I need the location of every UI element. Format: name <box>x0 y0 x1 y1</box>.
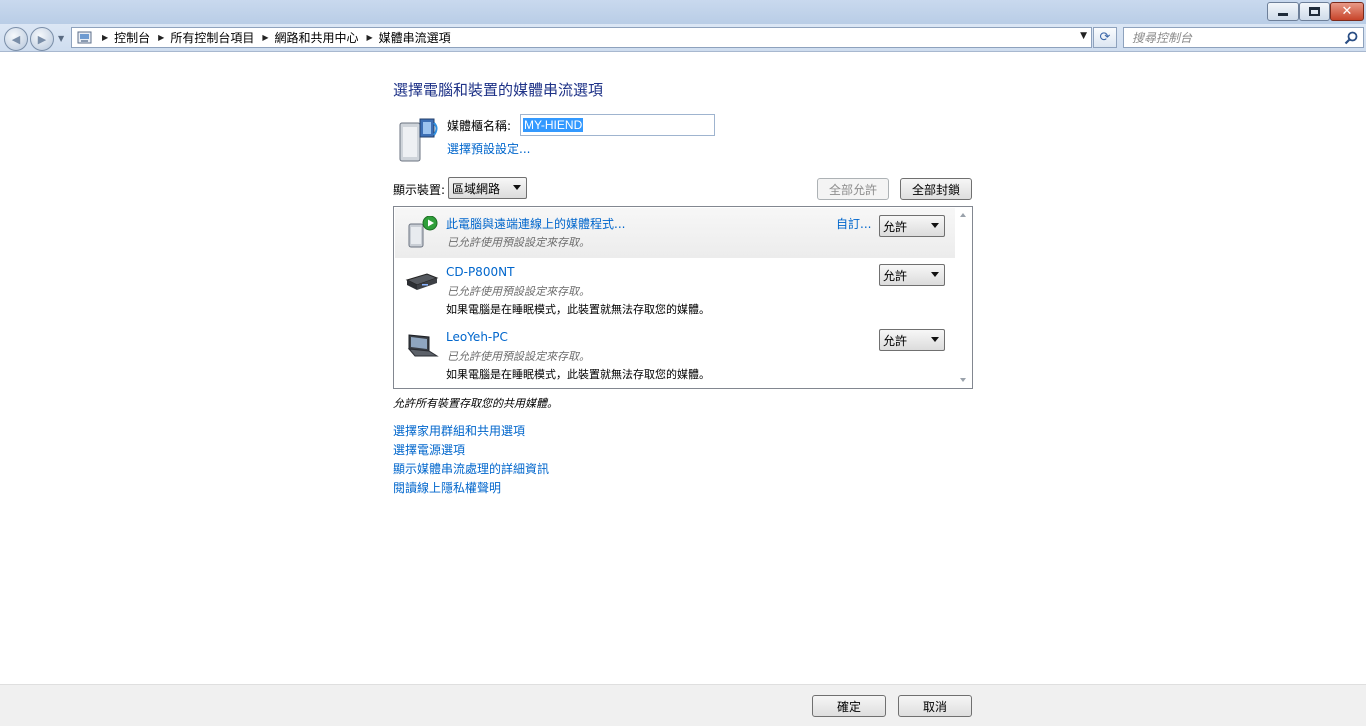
device-list[interactable]: 此電腦與遠端連線上的媒體程式... 已允許使用預設設定來存取。 自訂... 允許… <box>393 206 973 389</box>
search-icon[interactable] <box>1343 30 1359 46</box>
footer-bar: 確定 取消 <box>0 684 1366 726</box>
maximize-button[interactable] <box>1299 2 1330 21</box>
list-item[interactable]: CD-P800NT 已允許使用預設設定來存取。 如果電腦是在睡眠模式，此裝置就無… <box>395 260 955 322</box>
show-devices-label: 顯示裝置: <box>393 183 446 197</box>
page-title: 選擇電腦和裝置的媒體串流選項 <box>393 81 604 99</box>
library-name-label: 媒體櫃名稱: <box>447 119 512 133</box>
cancel-button[interactable]: 取消 <box>898 695 972 717</box>
list-item[interactable]: LeoYeh-PC 已允許使用預設設定來存取。 如果電腦是在睡眠模式，此裝置就無… <box>395 325 955 387</box>
device-access-status: 已允許使用預設設定來存取。 <box>447 285 590 298</box>
back-arrow-icon: ◀ <box>11 32 21 46</box>
laptop-icon <box>407 334 439 357</box>
device-name[interactable]: CD-P800NT <box>446 265 514 279</box>
close-button[interactable]: ✕ <box>1330 2 1364 21</box>
scroll-down-icon[interactable] <box>960 378 966 382</box>
address-dropdown-icon[interactable]: ▼ <box>1080 31 1087 41</box>
minimize-icon <box>1278 13 1288 16</box>
recent-pages-dropdown[interactable]: ▼ <box>58 34 64 43</box>
block-all-button[interactable]: 全部封鎖 <box>900 178 972 200</box>
device-name[interactable]: 此電腦與遠端連線上的媒體程式... <box>446 215 625 232</box>
chevron-down-icon <box>931 272 939 277</box>
media-player-device-icon <box>405 273 439 290</box>
device-permission-value: 允許 <box>883 333 908 348</box>
address-bar[interactable]: ▶ 控制台 ▶ 所有控制台項目 ▶ 網路和共用中心 ▶ 媒體串流選項 ▼ <box>71 27 1092 48</box>
refresh-button[interactable]: ⟳ <box>1093 27 1117 48</box>
device-sleep-note: 如果電腦是在睡眠模式，此裝置就無法存取您的媒體。 <box>446 303 710 316</box>
device-permission-value: 允許 <box>883 219 908 234</box>
breadcrumb-separator-icon[interactable]: ▶ <box>367 33 373 42</box>
ok-button[interactable]: 確定 <box>812 695 886 717</box>
choose-defaults-link[interactable]: 選擇預設設定... <box>447 140 530 157</box>
customize-link[interactable]: 自訂... <box>836 215 871 232</box>
device-name[interactable]: LeoYeh-PC <box>446 330 508 344</box>
media-library-icon <box>399 118 438 162</box>
back-button[interactable]: ◀ <box>4 27 28 51</box>
media-program-icon <box>408 216 438 248</box>
minimize-button[interactable] <box>1267 2 1299 21</box>
device-access-status: 已允許使用預設設定來存取。 <box>447 350 590 363</box>
device-access-status: 已允許使用預設設定來存取。 <box>447 236 590 249</box>
control-panel-icon <box>77 31 92 43</box>
breadcrumb-separator-icon[interactable]: ▶ <box>102 33 108 42</box>
device-permission-select[interactable]: 允許 <box>879 329 945 351</box>
forward-arrow-icon: ▶ <box>37 32 47 46</box>
show-devices-select[interactable]: 區域網路 <box>448 177 527 199</box>
breadcrumb-separator-icon[interactable]: ▶ <box>262 33 268 42</box>
title-bar: ✕ <box>0 0 1366 24</box>
chevron-down-icon <box>931 223 939 228</box>
homegroup-sharing-link[interactable]: 選擇家用群組和共用選項 <box>393 422 549 441</box>
navigation-bar: ◀ ▶ ▼ ▶ 控制台 ▶ 所有控制台項目 ▶ 網路和共用中心 ▶ 媒體串流選項… <box>0 24 1366 52</box>
streaming-details-link[interactable]: 顯示媒體串流處理的詳細資訊 <box>393 460 549 479</box>
scroll-up-icon[interactable] <box>960 213 966 217</box>
chevron-down-icon <box>513 185 521 190</box>
breadcrumb-all-items[interactable]: 所有控制台項目 <box>170 29 254 46</box>
show-devices-value: 區域網路 <box>452 181 501 196</box>
device-permission-select[interactable]: 允許 <box>879 215 945 237</box>
power-options-link[interactable]: 選擇電源選項 <box>393 441 549 460</box>
breadcrumb-media-streaming[interactable]: 媒體串流選項 <box>379 29 451 46</box>
related-links: 選擇家用群組和共用選項 選擇電源選項 顯示媒體串流處理的詳細資訊 閱讀線上隱私權… <box>393 422 549 498</box>
search-box[interactable]: 搜尋控制台 <box>1123 27 1364 48</box>
privacy-statement-link[interactable]: 閱讀線上隱私權聲明 <box>393 479 549 498</box>
library-name-input[interactable]: MY-HIEND <box>520 114 715 136</box>
refresh-icon: ⟳ <box>1099 30 1111 45</box>
device-list-scrollbar[interactable] <box>955 207 972 388</box>
search-input[interactable]: 搜尋控制台 <box>1124 29 1343 46</box>
breadcrumb-network-center[interactable]: 網路和共用中心 <box>275 29 359 46</box>
device-sleep-note: 如果電腦是在睡眠模式，此裝置就無法存取您的媒體。 <box>446 368 710 381</box>
device-permission-select[interactable]: 允許 <box>879 264 945 286</box>
forward-button[interactable]: ▶ <box>30 27 54 51</box>
breadcrumb-separator-icon[interactable]: ▶ <box>158 33 164 42</box>
chevron-down-icon <box>931 337 939 342</box>
allow-all-button[interactable]: 全部允許 <box>817 178 889 200</box>
library-name-value: MY-HIEND <box>523 118 584 132</box>
list-item[interactable]: 此電腦與遠端連線上的媒體程式... 已允許使用預設設定來存取。 自訂... 允許 <box>395 208 955 258</box>
breadcrumb-control-panel[interactable]: 控制台 <box>114 29 150 46</box>
maximize-icon <box>1309 7 1320 16</box>
device-permission-value: 允許 <box>883 268 908 283</box>
allow-all-note: 允許所有裝置存取您的共用媒體。 <box>393 397 558 410</box>
close-icon: ✕ <box>1341 4 1353 19</box>
